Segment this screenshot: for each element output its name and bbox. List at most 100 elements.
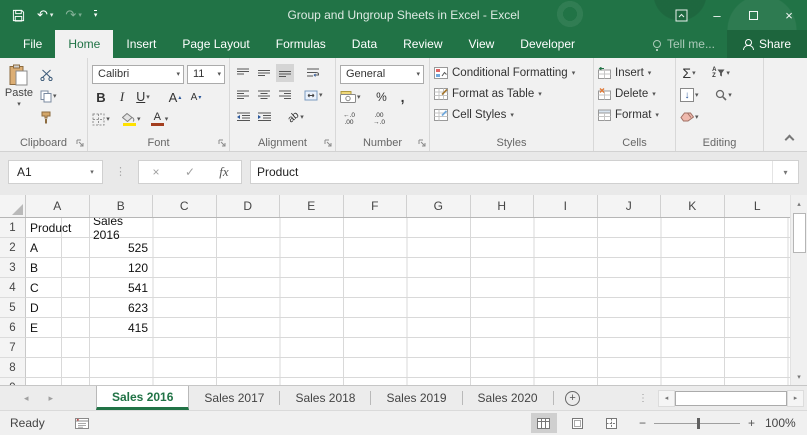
cell-a1[interactable]: Product [26, 218, 90, 238]
scroll-left-icon[interactable]: ◂ [658, 390, 675, 407]
tab-home[interactable]: Home [55, 30, 113, 58]
align-left-button[interactable] [234, 86, 252, 104]
conditional-formatting-button[interactable]: Conditional Formatting ▾ [430, 62, 593, 83]
increase-font-size-button[interactable]: A▴ [166, 88, 184, 106]
orientation-button[interactable]: ab ▾ [287, 108, 305, 126]
next-sheet-icon[interactable]: ▸ [49, 393, 54, 404]
cell-b3[interactable]: 120 [90, 258, 153, 278]
decrease-indent-button[interactable] [234, 108, 252, 126]
column-header-k[interactable]: K [661, 195, 725, 217]
zoom-slider-handle[interactable] [697, 418, 700, 429]
borders-button[interactable]: ▾ [92, 110, 110, 128]
tab-formulas[interactable]: Formulas [263, 30, 339, 58]
grid-body[interactable]: 1 Product Sales 2016 2 A 525 3 B 120 4 C [0, 218, 790, 385]
middle-align-button[interactable] [255, 64, 273, 82]
zoom-slider[interactable] [654, 423, 740, 424]
font-size-combo[interactable]: 11 ▾ [187, 65, 225, 84]
align-center-button[interactable] [255, 86, 273, 104]
bold-button[interactable]: B [92, 88, 110, 106]
clipboard-dialog-launcher[interactable] [76, 139, 84, 147]
cell-b8[interactable] [90, 358, 153, 378]
share-button[interactable]: Share [727, 30, 807, 58]
wrap-text-button[interactable] [304, 64, 322, 82]
tab-review[interactable]: Review [390, 30, 455, 58]
fill-dropdown-icon[interactable]: ▾ [695, 91, 699, 99]
bottom-align-button[interactable] [276, 64, 294, 82]
undo-button[interactable]: ↶ ▾ [37, 7, 53, 23]
column-header-l[interactable]: L [725, 195, 791, 217]
merge-dropdown-icon[interactable]: ▾ [319, 91, 323, 99]
comma-style-button[interactable]: , [394, 88, 412, 106]
collapse-ribbon-button[interactable] [785, 135, 795, 145]
cell-a6[interactable]: E [26, 318, 90, 338]
cell-a9[interactable] [26, 378, 90, 385]
row-header-3[interactable]: 3 [0, 258, 26, 278]
scroll-up-icon[interactable]: ▴ [791, 195, 807, 212]
expand-formula-bar-icon[interactable]: ▾ [772, 161, 798, 183]
fill-button[interactable]: ↓ ▾ [680, 86, 699, 104]
cell-a4[interactable]: C [26, 278, 90, 298]
borders-dropdown-icon[interactable]: ▾ [106, 115, 110, 123]
cell-a8[interactable] [26, 358, 90, 378]
cut-button[interactable] [38, 66, 57, 84]
formula-input[interactable]: Product ▾ [250, 160, 799, 184]
number-format-combo[interactable]: General ▾ [340, 65, 424, 84]
sheet-tab-sales-2019[interactable]: Sales 2019 [371, 386, 461, 410]
cell-b9[interactable] [90, 378, 153, 385]
cell-a7[interactable] [26, 338, 90, 358]
select-all-corner[interactable] [0, 195, 26, 217]
clear-button[interactable]: ▾ [680, 108, 699, 126]
zoom-out-button[interactable]: − [639, 416, 646, 430]
column-header-j[interactable]: J [598, 195, 662, 217]
alignment-dialog-launcher[interactable] [324, 139, 332, 147]
column-header-c[interactable]: C [153, 195, 217, 217]
fill-color-button[interactable]: ▾ [122, 110, 141, 128]
row-header-9[interactable]: 9 [0, 378, 26, 385]
row-header-6[interactable]: 6 [0, 318, 26, 338]
sort-filter-button[interactable]: AZ ▾ [712, 64, 730, 82]
row-header-4[interactable]: 4 [0, 278, 26, 298]
column-header-i[interactable]: I [534, 195, 598, 217]
font-color-dropdown-icon[interactable]: ▾ [165, 115, 169, 123]
cell-b4[interactable]: 541 [90, 278, 153, 298]
page-layout-view-button[interactable] [565, 413, 591, 433]
cell-a5[interactable]: D [26, 298, 90, 318]
tab-page-layout[interactable]: Page Layout [169, 30, 262, 58]
column-header-b[interactable]: B [90, 195, 154, 217]
close-button[interactable]: × [771, 0, 807, 30]
macro-record-button[interactable] [75, 418, 89, 429]
font-dialog-launcher[interactable] [218, 139, 226, 147]
copy-dropdown-icon[interactable]: ▾ [53, 92, 57, 100]
percent-style-button[interactable]: % [373, 88, 391, 106]
cell-a3[interactable]: B [26, 258, 90, 278]
top-align-button[interactable] [234, 64, 252, 82]
previous-sheet-icon[interactable]: ◂ [24, 393, 29, 404]
increase-decimal-button[interactable]: ←.0.00 [340, 110, 358, 128]
vertical-scrollbar[interactable]: ▴ ▾ [790, 195, 807, 385]
autosum-button[interactable]: Σ ▾ [680, 64, 698, 82]
align-right-button[interactable] [276, 86, 294, 104]
redo-button[interactable]: ↷ ▾ [65, 7, 81, 23]
cell-a2[interactable]: A [26, 238, 90, 258]
number-dialog-launcher[interactable] [418, 139, 426, 147]
copy-button[interactable]: ▾ [38, 87, 57, 105]
name-box-dropdown-icon[interactable]: ▾ [82, 161, 102, 183]
zoom-level[interactable]: 100% [765, 416, 807, 430]
customize-qat-button[interactable]: ▾ [94, 10, 98, 20]
clear-dropdown-icon[interactable]: ▾ [695, 113, 699, 121]
column-header-d[interactable]: D [217, 195, 281, 217]
decrease-decimal-button[interactable]: .00→.0 [370, 110, 388, 128]
cell-b2[interactable]: 525 [90, 238, 153, 258]
column-header-f[interactable]: F [344, 195, 408, 217]
decrease-font-size-button[interactable]: A▾ [187, 88, 205, 106]
format-painter-button[interactable] [38, 108, 57, 126]
cell-b6[interactable]: 415 [90, 318, 153, 338]
save-button[interactable] [12, 9, 25, 22]
row-header-8[interactable]: 8 [0, 358, 26, 378]
underline-dropdown-icon[interactable]: ▾ [146, 93, 150, 101]
insert-function-button[interactable]: fx [207, 164, 241, 180]
tab-view[interactable]: View [456, 30, 508, 58]
enter-entry-button[interactable]: ✓ [173, 165, 207, 179]
name-box[interactable]: A1 ▾ [8, 160, 103, 184]
fill-color-dropdown-icon[interactable]: ▾ [137, 115, 141, 123]
